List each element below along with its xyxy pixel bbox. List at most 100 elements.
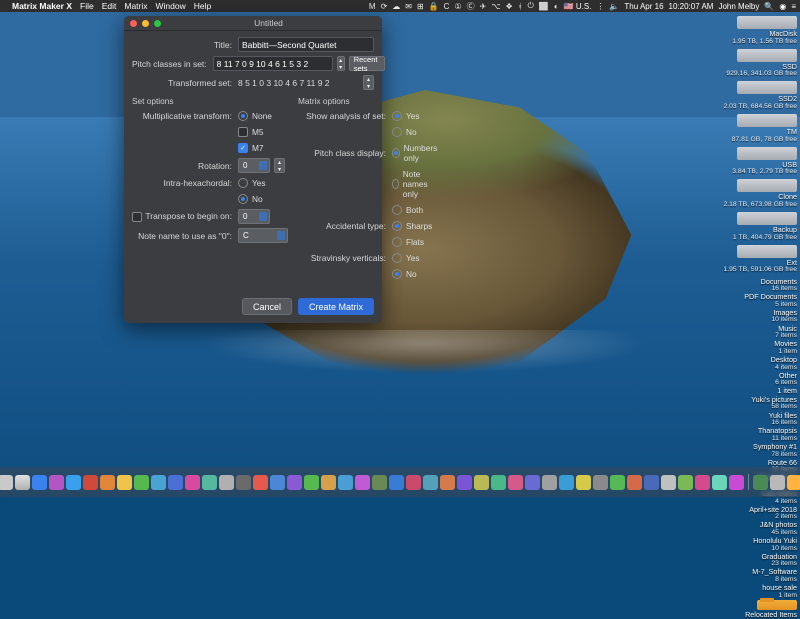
dock-app-icon[interactable] — [661, 475, 676, 490]
dock-app-icon[interactable] — [304, 475, 319, 490]
close-button[interactable] — [130, 20, 137, 27]
dock-app-icon[interactable] — [134, 475, 149, 490]
status-icon[interactable]: C — [444, 2, 450, 11]
dock-app-icon[interactable] — [355, 475, 370, 490]
dock-app-icon[interactable] — [712, 475, 727, 490]
strav-no-radio[interactable]: No — [392, 269, 417, 279]
dock-finder-icon[interactable] — [15, 475, 30, 490]
disk-icon[interactable] — [737, 179, 797, 192]
dock-app-icon[interactable] — [372, 475, 387, 490]
transpose-combo[interactable]: 0 — [238, 209, 270, 224]
stack-label[interactable]: Documents — [702, 278, 797, 286]
menu-help[interactable]: Help — [194, 1, 211, 11]
analysis-no-radio[interactable]: No — [392, 127, 417, 137]
dock-app-icon[interactable] — [474, 475, 489, 490]
dock-app-icon[interactable] — [678, 475, 693, 490]
dock-app-icon[interactable] — [787, 475, 800, 490]
stack-label[interactable]: Yuki files — [702, 412, 797, 420]
stack-label[interactable]: Symphony #1 — [702, 443, 797, 451]
status-icon[interactable]: ⬜ — [539, 2, 549, 11]
dock-app-icon[interactable] — [253, 475, 268, 490]
menubar-date[interactable]: Thu Apr 16 — [624, 2, 663, 11]
disk-icon[interactable] — [737, 81, 797, 94]
stack-label[interactable]: PDF Documents — [702, 293, 797, 301]
status-icon[interactable]: ⊞ — [417, 2, 424, 11]
mult-m5-check[interactable]: M5 — [238, 127, 264, 137]
menu-edit[interactable]: Edit — [102, 1, 117, 11]
volume-icon[interactable]: 🔈 — [609, 2, 619, 11]
disk-icon[interactable] — [737, 114, 797, 127]
dock-app-icon[interactable] — [0, 475, 13, 490]
disk-icon[interactable] — [737, 16, 797, 29]
stack-label[interactable]: April+site 2018 — [702, 506, 797, 514]
acc-flats-radio[interactable]: Flats — [392, 237, 424, 247]
minimize-button[interactable] — [142, 20, 149, 27]
dock-app-icon[interactable] — [508, 475, 523, 490]
pcd-notes-radio[interactable]: Note names only — [392, 169, 440, 199]
status-icon[interactable]: ⌥ — [491, 2, 500, 11]
acc-sharps-radio[interactable]: Sharps — [392, 221, 432, 231]
dock-app-icon[interactable] — [389, 475, 404, 490]
status-icon[interactable]: ⏻ — [528, 1, 534, 11]
zoom-button[interactable] — [154, 20, 161, 27]
rotation-combo[interactable]: 0 — [238, 158, 270, 173]
menubar-time[interactable]: 10:20:07 AM — [669, 2, 714, 11]
stack-label[interactable]: Music — [702, 325, 797, 333]
stack-label[interactable]: Honolulu Yuki — [702, 537, 797, 545]
analysis-yes-radio[interactable]: Yes — [392, 111, 420, 121]
stack-label[interactable]: J&N photos — [702, 521, 797, 529]
dock-app-icon[interactable] — [100, 475, 115, 490]
dock-app-icon[interactable] — [219, 475, 234, 490]
stack-label[interactable]: 1 item — [702, 387, 797, 395]
menu-window[interactable]: Window — [156, 1, 186, 11]
dock-app-icon[interactable] — [151, 475, 166, 490]
dock-app-icon[interactable] — [457, 475, 472, 490]
dock-app-icon[interactable] — [66, 475, 81, 490]
dock-app-icon[interactable] — [49, 475, 64, 490]
pcs-stepper[interactable]: ▴▾ — [337, 56, 345, 71]
menubar-extra-icon[interactable]: ◉ — [779, 2, 786, 11]
menu-matrix[interactable]: Matrix — [124, 1, 147, 11]
dock-app-icon[interactable] — [610, 475, 625, 490]
dock-app-icon[interactable] — [770, 475, 785, 490]
intra-no-radio[interactable]: No — [238, 194, 263, 204]
dock-app-icon[interactable] — [287, 475, 302, 490]
dock-app-icon[interactable] — [559, 475, 574, 490]
rotation-stepper[interactable]: ▴▾ — [274, 158, 285, 173]
input-flag[interactable]: 🇺🇸 U.S. — [564, 2, 592, 11]
dock-app-icon[interactable] — [627, 475, 642, 490]
transpose-check[interactable] — [132, 212, 142, 222]
dock-app-icon[interactable] — [270, 475, 285, 490]
dock-app-icon[interactable] — [440, 475, 455, 490]
pcs-input[interactable] — [213, 56, 333, 71]
dock-app-icon[interactable] — [729, 475, 744, 490]
stack-label[interactable]: Thanatopsis — [702, 427, 797, 435]
status-icon[interactable]: ⟳ — [381, 2, 388, 11]
create-matrix-button[interactable]: Create Matrix — [298, 298, 374, 315]
status-icon[interactable]: Ⓒ — [467, 1, 475, 12]
status-icon[interactable]: ✈︎ — [480, 2, 487, 11]
dock-app-icon[interactable] — [32, 475, 47, 490]
dock-app-icon[interactable] — [202, 475, 217, 490]
dock-app-icon[interactable] — [185, 475, 200, 490]
dock-app-icon[interactable] — [406, 475, 421, 490]
recent-sets-button[interactable]: Recent sets — [349, 56, 386, 71]
pcd-both-radio[interactable]: Both — [392, 205, 423, 215]
status-icon[interactable]: ◐ — [554, 2, 559, 11]
folder-icon[interactable] — [757, 600, 797, 610]
disk-icon[interactable] — [737, 212, 797, 225]
pcd-numbers-radio[interactable]: Numbers only — [392, 143, 440, 163]
wifi-icon[interactable]: ⋮ — [596, 2, 604, 11]
transformed-stepper[interactable]: ▴▾ — [363, 75, 374, 90]
dock-app-icon[interactable] — [644, 475, 659, 490]
dock-app-icon[interactable] — [525, 475, 540, 490]
title-input[interactable] — [238, 37, 374, 52]
cancel-button[interactable]: Cancel — [242, 298, 292, 315]
status-icon[interactable]: M — [369, 2, 376, 11]
dock-app-icon[interactable] — [338, 475, 353, 490]
menubar-extra-icon[interactable]: 🔍 — [764, 2, 774, 11]
dock-app-icon[interactable] — [753, 475, 768, 490]
status-icon[interactable]: ① — [454, 2, 461, 11]
stack-label[interactable]: M-7_Software — [702, 568, 797, 576]
dock-app-icon[interactable] — [423, 475, 438, 490]
